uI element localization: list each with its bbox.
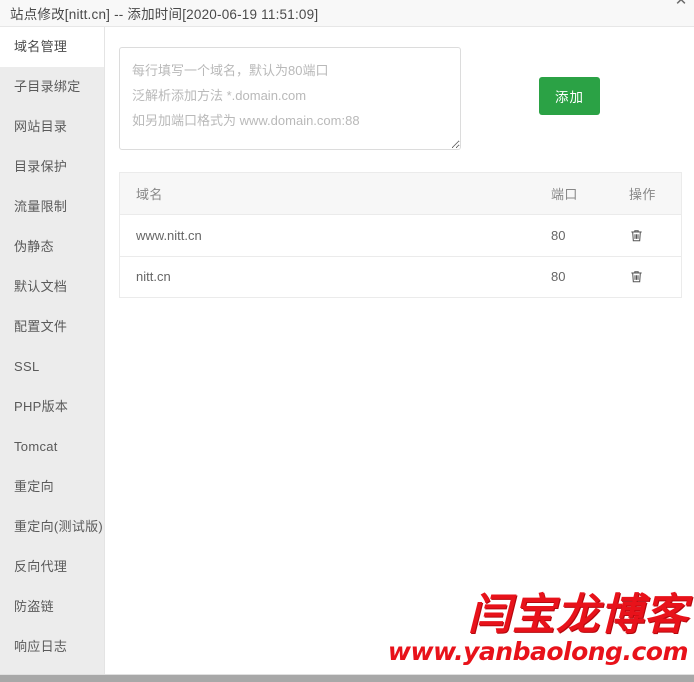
- cell-action: [617, 256, 681, 298]
- sidebar-item-label: 重定向: [14, 479, 54, 494]
- sidebar-item-10[interactable]: Tomcat: [0, 427, 104, 467]
- cell-action: [617, 215, 681, 257]
- cell-port: 80: [545, 256, 617, 298]
- column-header-port: 端口: [545, 173, 617, 215]
- table-body: www.nitt.cn80nitt.cn80: [120, 215, 681, 298]
- sidebar-item-label: 防盗链: [14, 599, 54, 614]
- sidebar-item-label: 伪静态: [14, 239, 54, 254]
- table-header-row: 域名 端口 操作: [120, 173, 681, 215]
- domain-input[interactable]: [119, 47, 461, 150]
- sidebar-item-5[interactable]: 伪静态: [0, 227, 104, 267]
- table-row: www.nitt.cn80: [120, 215, 681, 257]
- window-titlebar: 站点修改[nitt.cn] -- 添加时间[2020-06-19 11:51:0…: [0, 0, 694, 27]
- cell-port: 80: [545, 215, 617, 257]
- column-header-domain: 域名: [120, 173, 545, 215]
- scrollbar-thumb[interactable]: [0, 675, 694, 682]
- cell-domain: nitt.cn: [120, 256, 545, 298]
- sidebar-item-label: 反向代理: [14, 559, 67, 574]
- sidebar-item-2[interactable]: 网站目录: [0, 107, 104, 147]
- sidebar-item-label: 子目录绑定: [14, 79, 81, 94]
- sidebar-item-14[interactable]: 防盗链: [0, 587, 104, 627]
- trash-icon[interactable]: [629, 269, 644, 285]
- column-header-action: 操作: [617, 173, 681, 215]
- sidebar-item-label: 流量限制: [14, 199, 67, 214]
- sidebar-item-13[interactable]: 反向代理: [0, 547, 104, 587]
- sidebar-item-label: 网站目录: [14, 119, 67, 134]
- sidebar-item-12[interactable]: 重定向(测试版): [0, 507, 104, 547]
- domain-table: 域名 端口 操作 www.nitt.cn80nitt.cn80: [120, 173, 681, 298]
- sidebar-item-label: 重定向(测试版): [14, 519, 103, 534]
- sidebar-item-11[interactable]: 重定向: [0, 467, 104, 507]
- horizontal-scrollbar[interactable]: [0, 674, 694, 682]
- sidebar-item-8[interactable]: SSL: [0, 347, 104, 387]
- content-shell: 域名管理子目录绑定网站目录目录保护流量限制伪静态默认文档配置文件 SSL PHP版本…: [0, 27, 694, 674]
- main-panel: 添加 域名 端口 操作 www.nitt.cn80nitt.cn80 闫宝龙博客…: [105, 27, 694, 674]
- watermark: 闫宝龙博客 www.yanbaolong.com: [388, 592, 688, 666]
- add-domain-button[interactable]: 添加: [539, 77, 600, 115]
- sidebar-item-label: 域名管理: [14, 39, 67, 54]
- sidebar-item-6[interactable]: 默认文档: [0, 267, 104, 307]
- trash-icon[interactable]: [629, 228, 644, 244]
- sidebar-item-label: PHP版本: [14, 399, 68, 414]
- sidebar-item-label: Tomcat: [14, 439, 58, 454]
- sidebar-item-3[interactable]: 目录保护: [0, 147, 104, 187]
- sidebar-item-label: SSL: [14, 359, 39, 374]
- watermark-cn-text: 闫宝龙博客: [388, 592, 688, 638]
- watermark-url-text: www.yanbaolong.com: [388, 638, 688, 666]
- sidebar-item-label: 目录保护: [14, 159, 67, 174]
- add-button-container: 添加: [461, 47, 678, 115]
- close-icon[interactable]: ✕: [670, 0, 692, 9]
- domain-table-container: 域名 端口 操作 www.nitt.cn80nitt.cn80: [119, 172, 682, 298]
- sidebar: 域名管理子目录绑定网站目录目录保护流量限制伪静态默认文档配置文件 SSL PHP版本…: [0, 27, 105, 674]
- sidebar-item-7[interactable]: 配置文件: [0, 307, 104, 347]
- add-domain-row: 添加: [119, 47, 678, 150]
- sidebar-item-4[interactable]: 流量限制: [0, 187, 104, 227]
- cell-domain: www.nitt.cn: [120, 215, 545, 257]
- sidebar-item-label: 配置文件: [14, 319, 67, 334]
- sidebar-item-1[interactable]: 子目录绑定: [0, 67, 104, 107]
- sidebar-item-label: 默认文档: [14, 279, 67, 294]
- sidebar-item-label: 响应日志: [14, 639, 67, 654]
- table-row: nitt.cn80: [120, 256, 681, 298]
- sidebar-item-15[interactable]: 响应日志: [0, 627, 104, 667]
- page-title: 站点修改[nitt.cn] -- 添加时间[2020-06-19 11:51:0…: [10, 3, 318, 23]
- sidebar-item-9[interactable]: PHP版本: [0, 387, 104, 427]
- sidebar-item-0[interactable]: 域名管理: [0, 27, 104, 67]
- table-header: 域名 端口 操作: [120, 173, 681, 215]
